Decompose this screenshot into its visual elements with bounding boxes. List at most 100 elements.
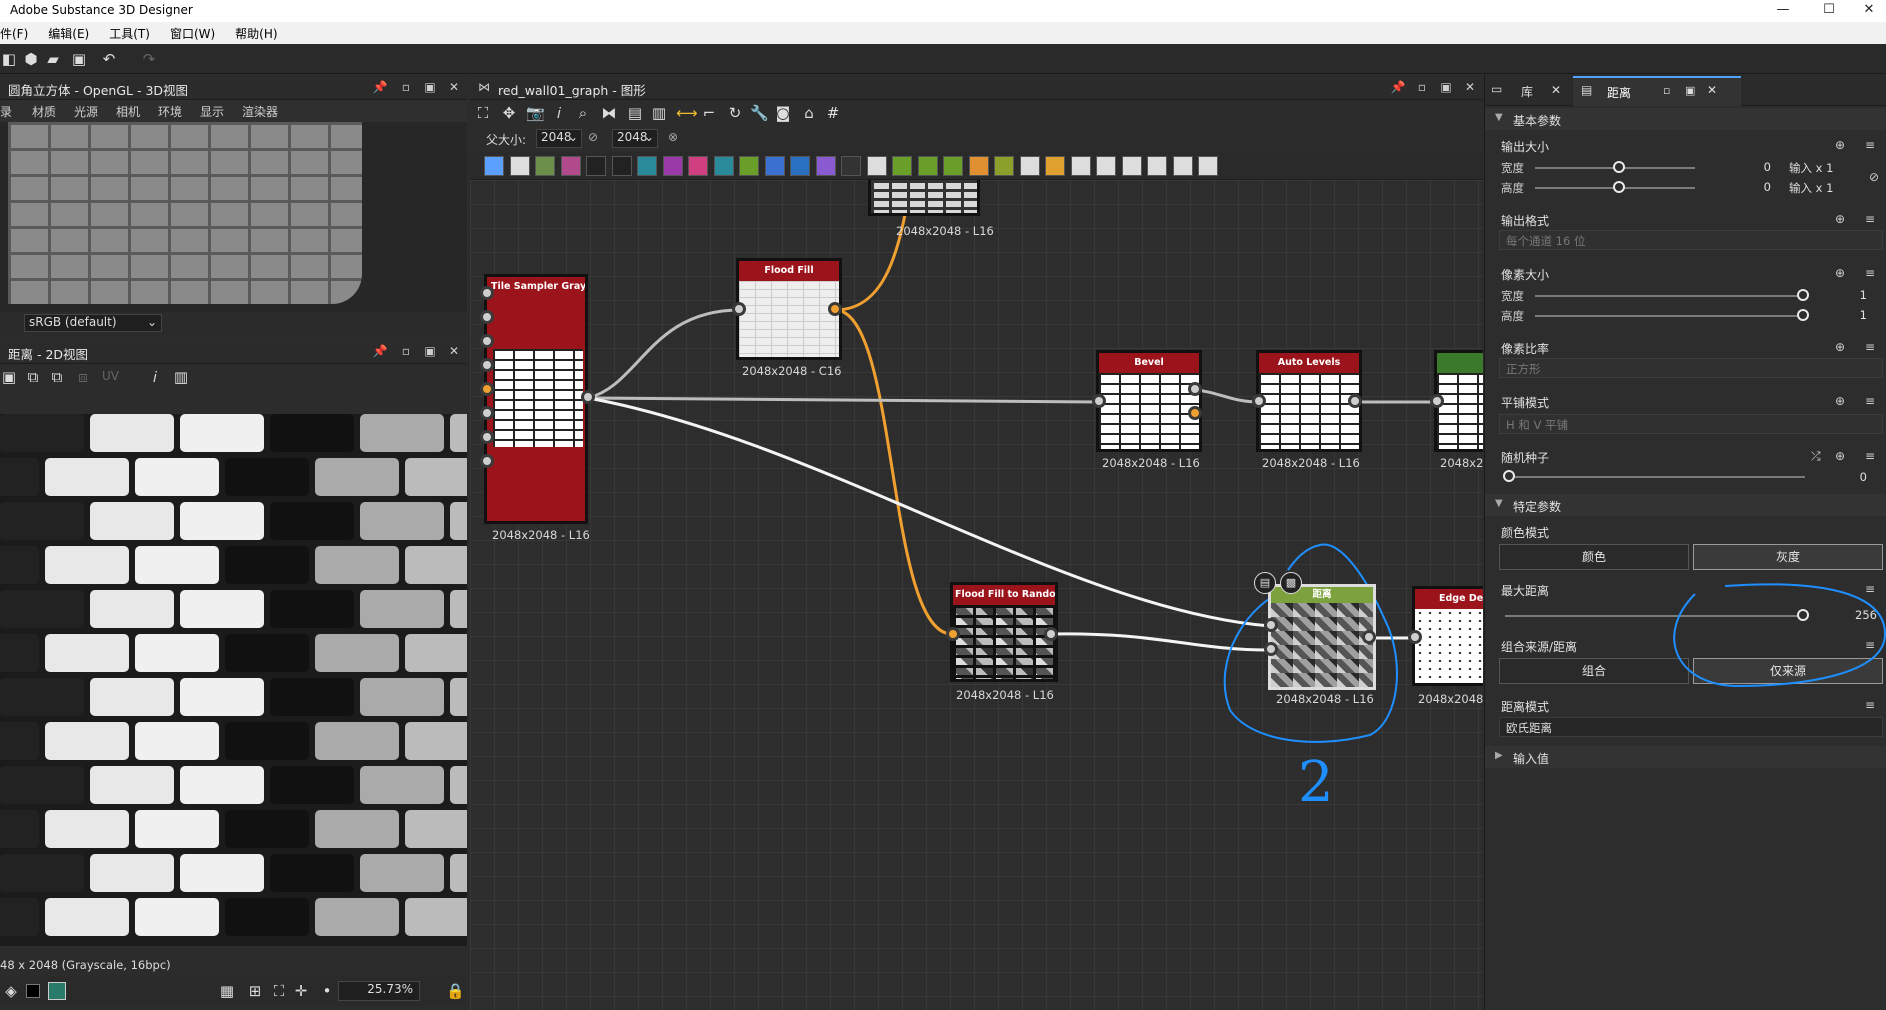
node-shortcut-icon[interactable] [815,156,836,176]
size-y-select[interactable]: 2048 ⌄ [612,129,658,148]
preview-icon[interactable]: ▩ [1280,572,1302,594]
histogram-icon[interactable]: ▥ [172,368,190,386]
tiling-icon[interactable]: ⊞ [246,982,264,1000]
node-top-partial[interactable] [868,180,980,216]
input-pin[interactable] [480,358,494,372]
new-icon[interactable]: ◧ [0,50,18,68]
output-pin[interactable] [828,302,842,316]
node-shortcut-icon[interactable] [866,156,887,176]
node-shortcut-icon[interactable] [560,156,581,176]
input-pin[interactable] [480,454,494,468]
add-package-icon[interactable]: ⬢ [22,50,40,68]
node-shortcut-icon[interactable] [509,156,530,176]
link-floodfill-random[interactable] [834,308,955,636]
reset-size-icon[interactable]: ⊗ [668,130,678,144]
link-size-icon[interactable]: ⊘ [588,130,598,144]
input-pin[interactable] [1430,394,1444,408]
bg-checker-swatch[interactable] [48,982,66,1000]
link-bevel-autolevels[interactable] [1194,388,1261,404]
save-icon[interactable]: ▣ [0,368,18,386]
search-icon[interactable]: ⌕ [574,104,592,122]
align-icon[interactable]: ▤ [626,104,644,122]
size-x-select[interactable]: 2048 ⌄ [536,129,582,148]
zoom-input[interactable]: 25.73% [338,981,420,1001]
output-pin[interactable] [1188,382,1202,396]
output-pin[interactable] [1188,406,1202,420]
input-pin[interactable] [1264,618,1278,632]
node-bevel[interactable]: Bevel [1096,350,1202,452]
compare-icon[interactable]: ⧈ [74,368,92,386]
connect-icon[interactable]: ⟷ [676,104,698,122]
compute-icon[interactable]: ◙ [774,104,792,122]
redo-icon[interactable]: ↷ [140,50,158,68]
node-shortcut-icon[interactable] [1172,156,1193,176]
minimize-button[interactable]: — [1760,0,1806,22]
node-shortcut-icon[interactable] [713,156,734,176]
view3d-tab-material[interactable]: 材质 [32,103,56,120]
fit-icon[interactable]: ⛶ [270,982,288,1000]
colorspace-select[interactable]: sRGB (default) ⌄ [24,314,162,332]
uv-toggle[interactable]: UV [102,369,119,383]
menu-file[interactable]: 件(F) [0,25,28,42]
save-icon[interactable]: ▣ [70,50,88,68]
link-tile-bevel[interactable] [587,396,1099,404]
layers-icon[interactable]: ◈ [2,982,20,1000]
comment-icon[interactable]: ▤ [1254,572,1276,594]
open-icon[interactable]: ▰ [44,50,62,68]
center-icon[interactable]: ✛ [292,982,310,1000]
input-pin[interactable] [480,430,494,444]
view3d-tab-env[interactable]: 环境 [158,103,182,120]
node-shortcut-icon[interactable] [535,156,555,176]
view3d-tab-scene[interactable]: 录 [0,103,12,120]
menu-tools[interactable]: 工具(T) [109,25,150,42]
node-shortcut-icon[interactable] [841,156,861,176]
node-shortcut-icon[interactable] [892,156,912,176]
node-shortcut-icon[interactable] [943,156,963,176]
undo-icon[interactable]: ↶ [100,50,118,68]
node-shortcut-icon[interactable] [1096,156,1116,176]
node-edge-detect[interactable]: Edge Dete [1412,586,1483,686]
node-distance[interactable]: 距离 [1268,584,1376,690]
node-shortcut-icon[interactable] [1198,156,1218,176]
info-icon[interactable]: 𝑖 [550,104,568,122]
close-panel-icon[interactable]: ✕ [446,79,462,95]
output-pin[interactable] [1348,394,1362,408]
view3d-tab-renderer[interactable]: 渲染器 [242,103,278,120]
node-shortcut-icon[interactable] [662,156,683,176]
clean-icon[interactable]: ⌂ [800,104,818,122]
node-shortcut-icon[interactable] [764,156,785,176]
refresh-icon[interactable]: ↻ [726,104,744,122]
pin-icon[interactable]: 📌 [1390,79,1406,95]
route-icon[interactable]: ⌐ [700,104,718,122]
pan-icon[interactable]: ✥ [500,104,518,122]
output-pin[interactable] [1362,630,1376,644]
node-shortcut-icon[interactable] [688,156,708,176]
link-icon[interactable]: ⧓ [600,104,618,122]
node-shortcut-icon[interactable] [1121,156,1142,176]
info-icon[interactable]: 𝑖 [146,368,164,386]
grid-icon[interactable]: ▦ [218,982,236,1000]
bg-black-swatch[interactable] [26,984,40,998]
frame-icon[interactable]: ⛶ [474,104,492,122]
menu-help[interactable]: 帮助(H) [235,25,277,42]
node-shortcut-icon[interactable] [790,156,810,176]
float-icon[interactable]: ▫ [398,343,414,359]
view3d-tab-display[interactable]: 显示 [200,103,224,120]
close-panel-icon[interactable]: ✕ [446,343,462,359]
node-shortcut-icon[interactable] [1147,156,1167,176]
pin-icon[interactable]: 📌 [372,79,388,95]
menu-edit[interactable]: 编辑(E) [48,25,89,42]
node-shortcut-icon[interactable] [994,156,1014,176]
graph-canvas[interactable]: 2048x2048 - L16 Tile Sampler Grayscale 2… [470,180,1483,1010]
input-pin[interactable] [732,302,746,316]
camera-icon[interactable]: 📷 [526,104,545,122]
output-pin[interactable] [1044,627,1058,641]
lock-icon[interactable]: 🔒 [446,982,465,1000]
input-pin[interactable] [480,286,494,300]
view3d-tab-lights[interactable]: 光源 [74,103,98,120]
input-pin[interactable] [1252,394,1266,408]
node-shortcut-icon[interactable] [917,156,938,176]
node-shortcut-icon[interactable] [586,156,606,176]
input-pin[interactable] [1092,394,1106,408]
input-pin[interactable] [480,382,494,396]
